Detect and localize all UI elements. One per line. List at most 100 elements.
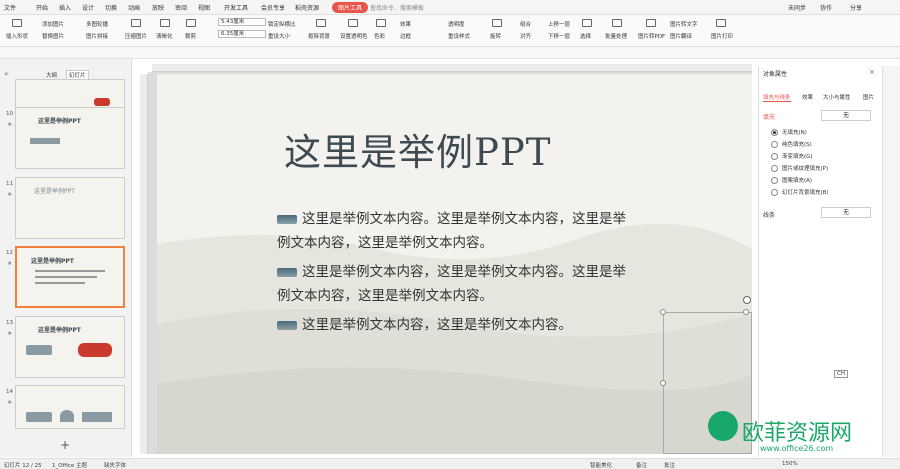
height-field[interactable]: 5.43厘米: [218, 18, 266, 26]
bring-forward-button[interactable]: 上移一层: [548, 20, 570, 28]
fill-section-label[interactable]: 填充: [763, 112, 775, 121]
transparent-color-button[interactable]: 设置透明色: [340, 32, 368, 40]
carousel-button[interactable]: 多图轮播: [86, 20, 108, 28]
slide-number: 14: [6, 389, 13, 395]
crop-button[interactable]: 裁剪: [185, 32, 196, 40]
notes-button[interactable]: 备注: [636, 461, 647, 469]
effects-button[interactable]: 效果: [400, 20, 411, 28]
tab-effects[interactable]: 效果: [802, 93, 813, 101]
menu-slideshow[interactable]: 放映: [152, 3, 164, 12]
menu-animation[interactable]: 动画: [128, 3, 140, 12]
menu-insert[interactable]: 插入: [59, 3, 71, 12]
slide-number: 10: [6, 111, 13, 117]
menu-docer[interactable]: 稻壳资源: [295, 3, 319, 12]
compress-icon[interactable]: [131, 19, 141, 27]
print-button[interactable]: 图片打印: [711, 32, 733, 40]
color-button[interactable]: 色彩: [374, 32, 385, 40]
bullet-image-icon: [277, 215, 297, 224]
slide-title[interactable]: 这里是举例PPT: [284, 122, 551, 176]
slide-thumb-11[interactable]: 这里是举例PPT: [15, 177, 125, 239]
sync-status[interactable]: 未同步: [788, 3, 806, 12]
missing-font-button[interactable]: 缺失字体: [104, 461, 126, 469]
pdf-icon[interactable]: [646, 19, 656, 27]
menu-review[interactable]: 审阅: [175, 3, 187, 12]
command-search[interactable]: 查找命令、搜索模板: [370, 3, 424, 12]
collaborate-button[interactable]: 协作: [820, 3, 832, 12]
line-section-label[interactable]: 线条: [763, 210, 775, 219]
menu-design[interactable]: 设计: [82, 3, 94, 12]
border-button[interactable]: 边框: [400, 32, 411, 40]
current-slide[interactable]: 这里是举例PPT 这里是举例文本内容。这里是举例文本内容，这里是举例文本内容，这…: [157, 74, 752, 454]
slide-thumb-12[interactable]: 这里是举例PPT: [15, 246, 125, 308]
reset-style-button[interactable]: 重设样式: [448, 32, 470, 40]
group-button[interactable]: 组合: [520, 20, 531, 28]
body-paragraph-3[interactable]: 这里是举例文本内容，这里是举例文本内容。: [277, 313, 637, 337]
smart-beautify-button[interactable]: 智能美化: [590, 461, 612, 469]
menu-developer[interactable]: 开发工具: [224, 3, 248, 12]
compress-button[interactable]: 压缩图片: [125, 32, 147, 40]
print-icon[interactable]: [716, 19, 726, 27]
rotate-button[interactable]: 旋转: [490, 32, 501, 40]
remove-bg-icon[interactable]: [316, 19, 326, 27]
ime-indicator[interactable]: CH: [834, 370, 848, 378]
color-icon[interactable]: [376, 19, 386, 27]
transparent-color-icon[interactable]: [348, 19, 358, 27]
translate-button[interactable]: 图片翻译: [670, 32, 692, 40]
fill-dropdown[interactable]: 无: [821, 110, 871, 121]
align-button[interactable]: 对齐: [520, 32, 531, 40]
radio-gradient-fill[interactable]: 渐变填充(G): [771, 152, 813, 160]
menu-view[interactable]: 视图: [198, 3, 210, 12]
radio-no-fill[interactable]: 无填充(N): [771, 128, 807, 136]
line-dropdown[interactable]: 无: [821, 207, 871, 218]
width-field[interactable]: 6.35厘米: [218, 30, 266, 38]
send-backward-button[interactable]: 下移一层: [548, 32, 570, 40]
tab-outline[interactable]: 大纲: [46, 71, 57, 79]
radio-solid-fill[interactable]: 纯色填充(S): [771, 140, 812, 148]
tab-picture[interactable]: 图片: [863, 93, 874, 101]
menu-member[interactable]: 会员专享: [261, 3, 285, 12]
to-pdf-button[interactable]: 图片转PDF: [638, 32, 665, 40]
to-text-button[interactable]: 图片转文字: [670, 20, 698, 28]
tab-size[interactable]: 大小与属性: [823, 93, 851, 101]
resize-handle[interactable]: [743, 309, 749, 315]
insert-shape-icon[interactable]: [12, 19, 22, 27]
remove-bg-button[interactable]: 抠除背景: [308, 32, 330, 40]
add-slide-button[interactable]: +: [60, 438, 70, 452]
lock-ratio-checkbox[interactable]: 锁定纵横比: [268, 20, 296, 28]
sharpen-icon[interactable]: [160, 19, 170, 27]
slide-thumb-9[interactable]: [15, 79, 125, 109]
batch-button[interactable]: 批量处理: [605, 32, 627, 40]
replace-picture-button[interactable]: 替换图片: [42, 32, 64, 40]
reset-size-button[interactable]: 重设大小: [268, 32, 290, 40]
body-paragraph-1[interactable]: 这里是举例文本内容。这里是举例文本内容，这里是举例文本内容，这里是举例文本内容。: [277, 207, 637, 255]
menu-home[interactable]: 开始: [36, 3, 48, 12]
slide-thumb-10[interactable]: 这里是举例PPT: [15, 107, 125, 169]
slide-thumb-13[interactable]: 这里是举例PPT: [15, 316, 125, 378]
tab-picture-tools[interactable]: 图片工具: [332, 2, 369, 13]
resize-handle[interactable]: [660, 309, 666, 315]
radio-pattern-fill[interactable]: 图案填充(A): [771, 176, 812, 184]
transparency-button[interactable]: 透明度: [448, 20, 465, 28]
resize-handle[interactable]: [660, 380, 666, 386]
tab-fill-line[interactable]: 填充与线条: [763, 93, 791, 102]
share-button[interactable]: 分享: [850, 3, 862, 12]
select-button[interactable]: 选择: [580, 32, 591, 40]
body-paragraph-2[interactable]: 这里是举例文本内容，这里是举例文本内容。这里是举例文本内容，这里是举例文本内容。: [277, 260, 637, 308]
comments-button[interactable]: 批注: [664, 461, 675, 469]
batch-icon[interactable]: [612, 19, 622, 27]
insert-shape-button[interactable]: 插入形状: [6, 32, 28, 40]
collapse-icon[interactable]: «: [4, 70, 8, 78]
file-menu[interactable]: 文件: [4, 3, 16, 12]
radio-picture-fill[interactable]: 图片或纹理填充(P): [771, 164, 828, 172]
select-icon[interactable]: [582, 19, 592, 27]
slide-thumb-14[interactable]: [15, 385, 125, 429]
rotate-handle[interactable]: [743, 296, 751, 304]
crop-icon[interactable]: [186, 19, 196, 27]
close-icon[interactable]: ×: [869, 68, 875, 76]
rotate-icon[interactable]: [492, 19, 502, 27]
picture-stitch-button[interactable]: 图片拼接: [86, 32, 108, 40]
menu-transition[interactable]: 切换: [105, 3, 117, 12]
radio-background-fill[interactable]: 幻灯片背景填充(B): [771, 188, 829, 196]
sharpen-button[interactable]: 清晰化: [156, 32, 173, 40]
add-picture-button[interactable]: 添加图片: [42, 20, 64, 28]
